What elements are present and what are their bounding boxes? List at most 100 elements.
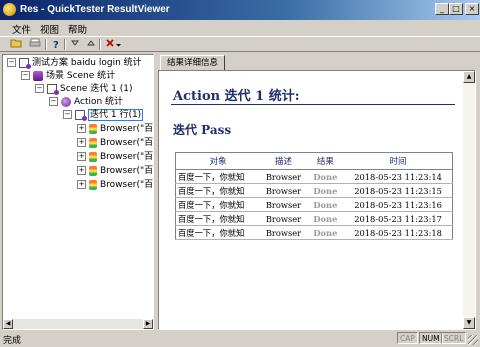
table-row: 百度一下，你就知 Browser Done 2018-05-23 11:23:1… (175, 211, 453, 226)
expand-icon[interactable]: + (77, 180, 86, 189)
collapse-icon[interactable]: − (63, 110, 72, 119)
cell-time: 2018-05-23 11:23:18 (344, 225, 453, 240)
col-time: 时间 (344, 152, 453, 170)
tree-root[interactable]: − 测试方案 baidu login 统计 (7, 57, 142, 70)
cell-result: Done (306, 225, 345, 240)
filter-down-icon[interactable] (68, 38, 82, 50)
tree-scene[interactable]: − 场景 Scene 统计 (21, 70, 115, 83)
horizontal-scrollbar[interactable]: ◀ ▶ (3, 319, 153, 329)
cell-time: 2018-05-23 11:23:15 (344, 183, 453, 198)
tab-strip: 结果详细信息 (158, 54, 478, 71)
resize-grip[interactable] (468, 335, 478, 345)
vertical-scrollbar[interactable]: ▲ ▼ (463, 71, 475, 329)
cell-result: Done (306, 211, 345, 226)
cell-desc: Browser (260, 169, 307, 184)
tree-browser-step[interactable]: + Browser("百度一 (77, 165, 153, 178)
window-title: Res - QuickTester ResultViewer (20, 4, 170, 15)
expand-icon[interactable]: + (77, 152, 86, 161)
step-icon (89, 179, 97, 190)
menu-view[interactable]: 视图 (40, 22, 59, 36)
scroll-left-icon[interactable]: ◀ (3, 319, 13, 329)
print-icon[interactable] (28, 38, 42, 50)
close-button[interactable]: × (465, 3, 479, 15)
svg-text:?: ? (53, 40, 59, 50)
filter-up-icon[interactable] (84, 38, 98, 50)
tree-step-label: Browser("百度一 (100, 124, 154, 134)
scroll-lock-indicator: SCRL (441, 332, 467, 344)
tree-browser-step[interactable]: + Browser("百度一 (77, 151, 154, 164)
cell-object: 百度一下，你就知 (175, 197, 261, 212)
menu-help[interactable]: 帮助 (68, 22, 87, 36)
cell-object: 百度一下，你就知 (175, 169, 261, 184)
collapse-icon[interactable]: − (21, 71, 30, 80)
menu-bar: 文件 视图 帮助 (0, 20, 480, 36)
dropdown-arrow-icon[interactable] (115, 38, 123, 50)
open-folder-icon[interactable] (9, 38, 23, 50)
cell-desc: Browser (260, 211, 307, 226)
collapse-icon[interactable]: − (35, 84, 44, 93)
cell-object: 百度一下，你就知 (175, 211, 261, 226)
expand-icon[interactable]: + (77, 166, 86, 175)
tree-action-label: Action 统计 (74, 97, 124, 107)
col-object: 对象 (175, 152, 261, 170)
scroll-right-icon[interactable]: ▶ (143, 319, 153, 329)
title-bar: Res - QuickTester ResultViewer _ □ × (0, 0, 480, 20)
col-desc: 描述 (260, 152, 307, 170)
title-divider (171, 104, 455, 105)
status-bar: 完成 CAP NUM SCRL (0, 331, 480, 347)
iteration-status: 迭代 Pass (173, 123, 232, 137)
result-details-panel: Action 迭代 1 统计: 迭代 Pass 对象 描述 结果 时间 百度一下… (158, 70, 476, 330)
tree-action-iteration[interactable]: − 迭代 1 行(1) (63, 109, 144, 122)
menu-file[interactable]: 文件 (12, 22, 31, 36)
cell-result: Done (306, 197, 345, 212)
tab-result-details[interactable]: 结果详细信息 (160, 55, 226, 71)
tree-step-label: Browser("百度一 (100, 152, 154, 162)
step-icon (89, 151, 97, 162)
tree-scene-iteration[interactable]: − Scene 迭代 1 (1) (35, 83, 133, 96)
iteration-icon (75, 109, 87, 121)
tree-root-label: 测试方案 baidu login 统计 (32, 58, 142, 68)
cell-object: 百度一下，你就知 (175, 183, 261, 198)
scroll-up-icon[interactable]: ▲ (463, 71, 475, 83)
table-row: 百度一下，你就知 Browser Done 2018-05-23 11:23:1… (175, 197, 453, 212)
tree-scene-iteration-label: Scene 迭代 1 (1) (60, 84, 133, 94)
step-icon (89, 123, 97, 134)
maximize-button[interactable]: □ (449, 3, 463, 15)
tree-action[interactable]: − Action 统计 (49, 96, 123, 109)
cell-object: 百度一下，你就知 (175, 225, 261, 240)
collapse-icon[interactable]: − (49, 97, 58, 106)
scroll-down-icon[interactable]: ▼ (463, 317, 475, 329)
table-row: 百度一下，你就知 Browser Done 2018-05-23 11:23:1… (175, 169, 453, 184)
tree-browser-step[interactable]: + Browser("百度一 (77, 123, 154, 136)
cell-desc: Browser (260, 197, 307, 212)
table-row: 百度一下，你就知 Browser Done 2018-05-23 11:23:1… (175, 183, 453, 198)
tree-scene-label: 场景 Scene 统计 (46, 71, 116, 81)
minimize-button[interactable]: _ (435, 3, 449, 15)
collapse-icon[interactable]: − (7, 58, 16, 67)
tree-step-label: Browser("百度一 (100, 180, 154, 190)
cell-desc: Browser (260, 225, 307, 240)
cell-time: 2018-05-23 11:23:14 (344, 169, 453, 184)
cell-time: 2018-05-23 11:23:17 (344, 211, 453, 226)
status-text: 完成 (3, 336, 22, 346)
tree-action-iteration-label: 迭代 1 行(1) (88, 109, 144, 121)
results-table: 对象 描述 结果 时间 百度一下，你就知 Browser Done 2018-0… (175, 152, 453, 240)
action-icon (61, 96, 71, 107)
app-icon (3, 3, 16, 16)
num-indicator: NUM (419, 332, 443, 344)
step-icon (89, 137, 97, 148)
cell-time: 2018-05-23 11:23:16 (344, 197, 453, 212)
expand-icon[interactable]: + (77, 124, 86, 133)
table-row: 百度一下，你就知 Browser Done 2018-05-23 11:23:1… (175, 225, 453, 240)
tree-browser-step[interactable]: + Browser("百度一 (77, 179, 154, 192)
tree-step-label: Browser("百度一 (100, 138, 154, 148)
tree-browser-step[interactable]: + Browser("百度一 (77, 137, 154, 150)
cell-result: Done (306, 169, 345, 184)
iteration-icon (47, 83, 59, 95)
step-icon (89, 165, 97, 176)
help-icon[interactable]: ? (49, 38, 63, 51)
cell-result: Done (306, 183, 345, 198)
toolbar: ? (0, 36, 480, 52)
cell-desc: Browser (260, 183, 307, 198)
expand-icon[interactable]: + (77, 138, 86, 147)
